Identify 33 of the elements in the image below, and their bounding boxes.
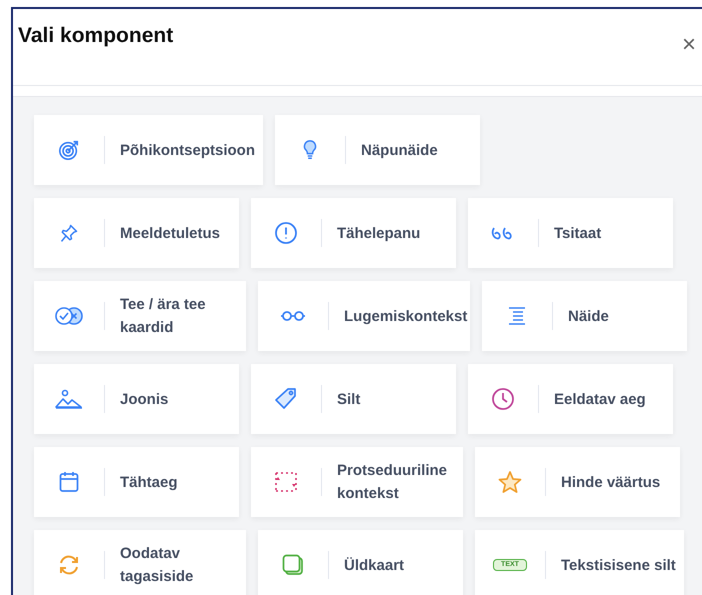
component-card[interactable]: Silt xyxy=(251,364,456,434)
pin-icon xyxy=(59,222,79,244)
calendar-icon xyxy=(59,471,79,493)
glasses-icon xyxy=(280,310,306,322)
component-card[interactable]: Tsitaat xyxy=(468,198,673,268)
component-card[interactable]: Eeldatav aeg xyxy=(468,364,673,434)
component-card[interactable]: Üldkaart xyxy=(258,530,463,595)
component-card[interactable]: Hinde väärtus xyxy=(475,447,680,517)
stacked-cards-icon xyxy=(282,554,304,576)
dotted-square-icon xyxy=(274,471,298,493)
component-card[interactable]: Joonis xyxy=(34,364,239,434)
component-card[interactable]: Lugemiskontekst xyxy=(258,281,470,351)
clock-icon xyxy=(491,387,515,411)
close-button[interactable]: × xyxy=(676,33,702,57)
mountain-icon xyxy=(55,389,83,409)
target-icon xyxy=(58,139,80,161)
component-card[interactable]: Põhikontseptsioon xyxy=(34,115,263,185)
component-card[interactable]: Oodatav tagasiside xyxy=(34,530,246,595)
star-icon xyxy=(498,470,522,494)
dialog-title: Vali komponent xyxy=(18,24,174,48)
check-cross-icon xyxy=(54,306,84,326)
component-card[interactable]: Protseduuriline kontekst xyxy=(251,447,463,517)
component-card[interactable]: Tähelepanu xyxy=(251,198,456,268)
refresh-icon xyxy=(57,554,81,576)
exclamation-icon xyxy=(274,221,298,245)
component-card[interactable]: Näide xyxy=(482,281,687,351)
component-card[interactable]: Tähtaeg xyxy=(34,447,239,517)
lightbulb-icon xyxy=(302,139,318,161)
component-card[interactable]: Tee / ära tee kaardid xyxy=(34,281,246,351)
component-card[interactable]: Näpunäide xyxy=(275,115,480,185)
tag-icon xyxy=(274,387,298,411)
component-card[interactable]: Meeldetuletus xyxy=(34,198,239,268)
text-lines-icon xyxy=(507,306,527,326)
